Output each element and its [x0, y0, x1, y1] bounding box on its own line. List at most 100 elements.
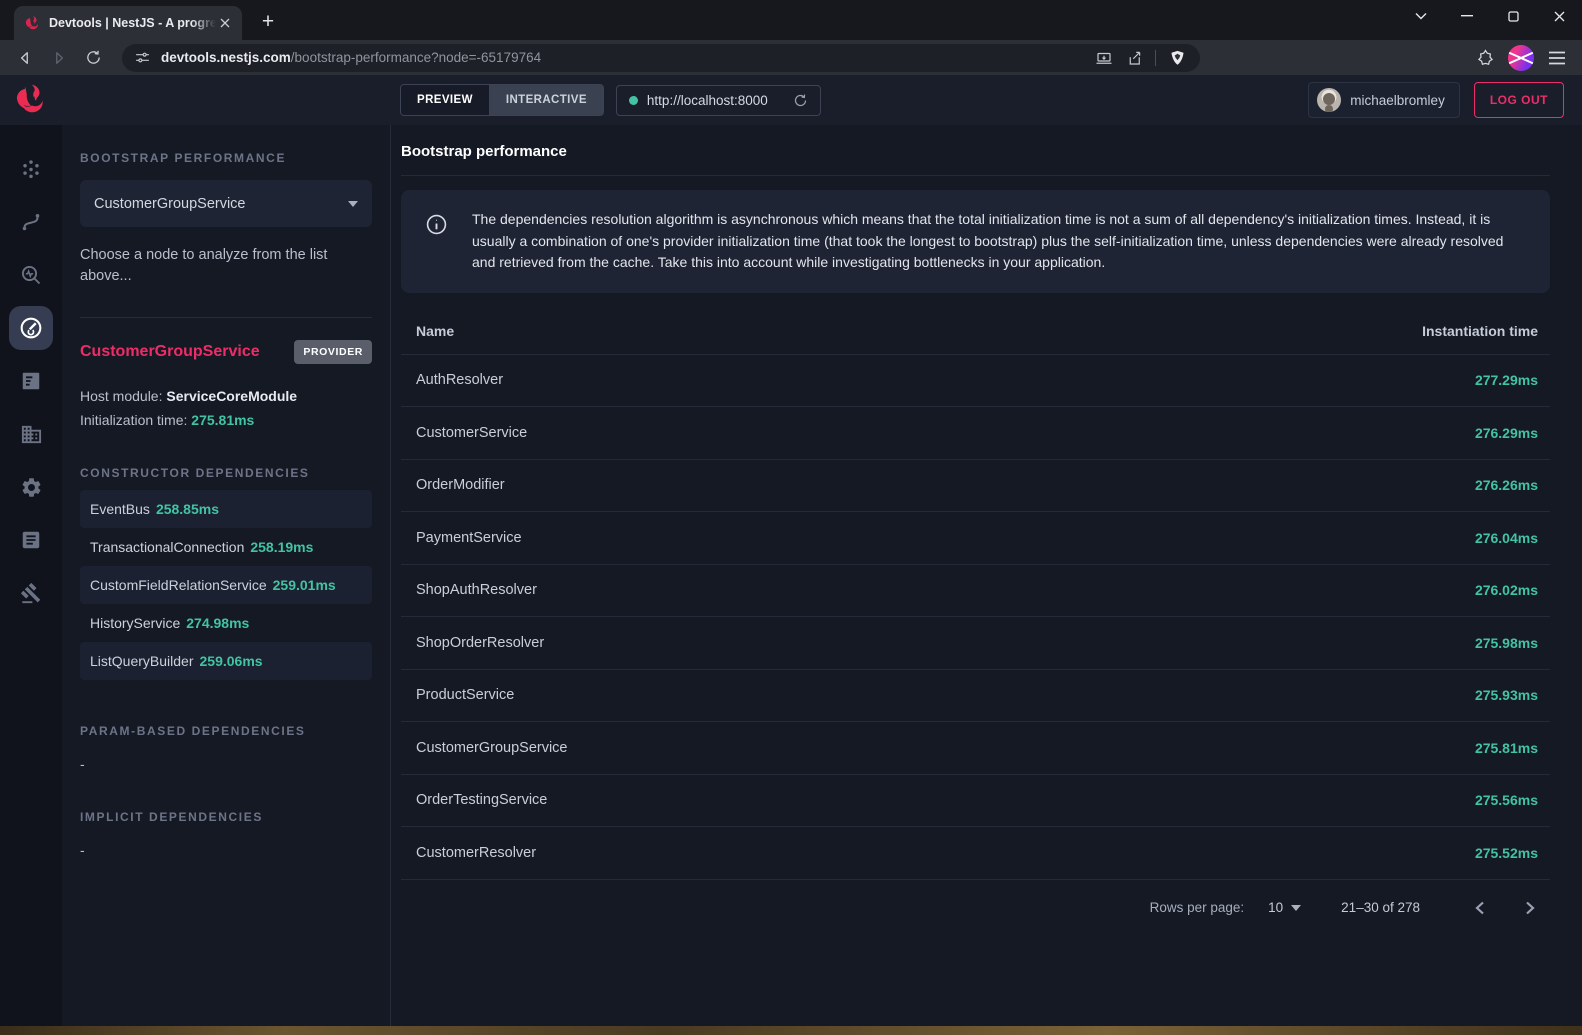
- audit-icon[interactable]: [13, 363, 49, 399]
- bootstrap-performance-icon[interactable]: [9, 306, 53, 350]
- table-row[interactable]: PaymentService 276.04ms: [401, 512, 1550, 565]
- send-to-device-icon[interactable]: [1091, 45, 1117, 71]
- toolbar-right: [1470, 43, 1572, 73]
- row-time: 275.56ms: [1475, 792, 1538, 808]
- row-name: AuthResolver: [416, 372, 503, 388]
- previous-page-button[interactable]: [1460, 888, 1500, 928]
- implicit-deps-value: -: [80, 842, 372, 858]
- node-select[interactable]: CustomerGroupService: [80, 180, 372, 227]
- nestjs-favicon: [24, 15, 41, 32]
- table-row[interactable]: ShopAuthResolver 276.02ms: [401, 565, 1550, 618]
- tab-search-icon[interactable]: [1398, 0, 1444, 32]
- devtools-app: PREVIEW INTERACTIVE http://localhost:800…: [0, 75, 1582, 1026]
- rows-per-page-value: 10: [1268, 900, 1283, 915]
- maximize-button[interactable]: [1490, 0, 1536, 32]
- performance-table: AuthResolver 277.29ms CustomerService 27…: [401, 355, 1550, 880]
- issues-icon[interactable]: [13, 575, 49, 611]
- table-row[interactable]: ProductService 275.93ms: [401, 670, 1550, 723]
- logout-button[interactable]: LOG OUT: [1474, 82, 1564, 118]
- dependency-name: TransactionalConnection: [90, 539, 244, 555]
- host-module-line: Host module: ServiceCoreModule: [80, 384, 372, 408]
- reload-icon[interactable]: [78, 43, 108, 73]
- column-name: Name: [416, 323, 454, 339]
- row-name: OrderTestingService: [416, 792, 547, 808]
- site-settings-icon[interactable]: [134, 49, 151, 66]
- divider: [80, 317, 372, 318]
- extensions-icon[interactable]: [1470, 43, 1500, 73]
- table-row[interactable]: AuthResolver 277.29ms: [401, 355, 1550, 408]
- url-path: /bootstrap-performance?node=-65179764: [291, 50, 541, 65]
- username: michaelbromley: [1350, 93, 1445, 108]
- node-select-value: CustomerGroupService: [94, 196, 348, 212]
- dependency-name: ListQueryBuilder: [90, 653, 194, 669]
- row-time: 275.98ms: [1475, 635, 1538, 651]
- desktop-wallpaper-strip: [0, 1026, 1582, 1035]
- selected-node-name: CustomerGroupService: [80, 343, 260, 361]
- table-row[interactable]: CustomerService 276.29ms: [401, 407, 1550, 460]
- routes-icon[interactable]: [13, 204, 49, 240]
- menu-icon[interactable]: [1542, 43, 1572, 73]
- close-button[interactable]: [1536, 0, 1582, 32]
- share-icon[interactable]: [1121, 45, 1147, 71]
- connection-status-dot: [629, 96, 638, 105]
- table-row[interactable]: OrderModifier 276.26ms: [401, 460, 1550, 513]
- graph-icon[interactable]: [13, 151, 49, 187]
- dependency-item[interactable]: TransactionalConnection 258.19ms: [80, 528, 372, 566]
- user-chip[interactable]: michaelbromley: [1308, 82, 1460, 118]
- minimize-button[interactable]: [1444, 0, 1490, 32]
- chevron-down-icon: [348, 201, 358, 207]
- forward-icon[interactable]: [44, 43, 74, 73]
- refresh-target-icon[interactable]: [793, 93, 808, 108]
- next-page-button[interactable]: [1510, 888, 1550, 928]
- implicit-deps-title: IMPLICIT DEPENDENCIES: [80, 810, 372, 824]
- param-deps-value: -: [80, 756, 372, 772]
- url-bar[interactable]: devtools.nestjs.com/bootstrap-performanc…: [122, 44, 1200, 72]
- row-name: CustomerResolver: [416, 845, 536, 861]
- target-url: http://localhost:8000: [647, 93, 768, 108]
- dependency-item[interactable]: HistoryService274.98ms: [80, 604, 372, 642]
- init-time-line: Initialization time: 275.81ms: [80, 408, 372, 432]
- app-header: PREVIEW INTERACTIVE http://localhost:800…: [0, 75, 1582, 125]
- browser-tab[interactable]: Devtools | NestJS - A progressive: [14, 6, 242, 40]
- inspector-icon[interactable]: [13, 257, 49, 293]
- brave-shields-icon[interactable]: [1164, 45, 1190, 71]
- dependency-item[interactable]: CustomFieldRelationService259.01ms: [80, 566, 372, 604]
- table-row[interactable]: CustomerGroupService 275.81ms: [401, 722, 1550, 775]
- table-row[interactable]: OrderTestingService 275.56ms: [401, 775, 1550, 828]
- row-time: 276.02ms: [1475, 582, 1538, 598]
- new-tab-button[interactable]: +: [254, 8, 282, 36]
- preview-button[interactable]: PREVIEW: [401, 85, 489, 115]
- rows-per-page-select[interactable]: 10: [1268, 900, 1301, 915]
- dependency-item[interactable]: EventBus258.85ms: [80, 490, 372, 528]
- provider-badge: PROVIDER: [294, 340, 372, 364]
- row-time: 275.93ms: [1475, 687, 1538, 703]
- url-text: devtools.nestjs.com/bootstrap-performanc…: [161, 50, 1091, 65]
- table-row[interactable]: CustomerResolver 275.52ms: [401, 827, 1550, 880]
- table-row[interactable]: ShopOrderResolver 275.98ms: [401, 617, 1550, 670]
- modules-icon[interactable]: [13, 416, 49, 452]
- row-name: ShopAuthResolver: [416, 582, 537, 598]
- settings-icon[interactable]: [13, 469, 49, 505]
- init-time-label: Initialization time:: [80, 412, 191, 428]
- info-icon: [425, 213, 448, 236]
- user-avatar: [1317, 88, 1341, 112]
- window-controls: [1398, 0, 1582, 32]
- docs-icon[interactable]: [13, 522, 49, 558]
- dependency-item[interactable]: ListQueryBuilder259.06ms: [80, 642, 372, 680]
- pagination: Rows per page: 10 21–30 of 278: [401, 880, 1550, 936]
- tab-close-icon[interactable]: [216, 14, 234, 32]
- dependency-time: 258.19ms: [250, 539, 313, 555]
- divider: [401, 175, 1550, 176]
- row-time: 276.04ms: [1475, 530, 1538, 546]
- profile-avatar[interactable]: [1506, 43, 1536, 73]
- dependency-name: CustomFieldRelationService: [90, 577, 267, 593]
- bootstrap-panel: BOOTSTRAP PERFORMANCE CustomerGroupServi…: [62, 125, 391, 1026]
- avatar-image: [1508, 45, 1534, 71]
- main-content: Bootstrap performance The dependencies r…: [391, 125, 1582, 1026]
- back-icon[interactable]: [10, 43, 40, 73]
- nestjs-logo: [0, 82, 62, 118]
- target-url-box[interactable]: http://localhost:8000: [616, 85, 821, 116]
- divider: [1155, 50, 1156, 66]
- selected-node-row: CustomerGroupService PROVIDER: [80, 340, 372, 364]
- interactive-button[interactable]: INTERACTIVE: [489, 85, 603, 115]
